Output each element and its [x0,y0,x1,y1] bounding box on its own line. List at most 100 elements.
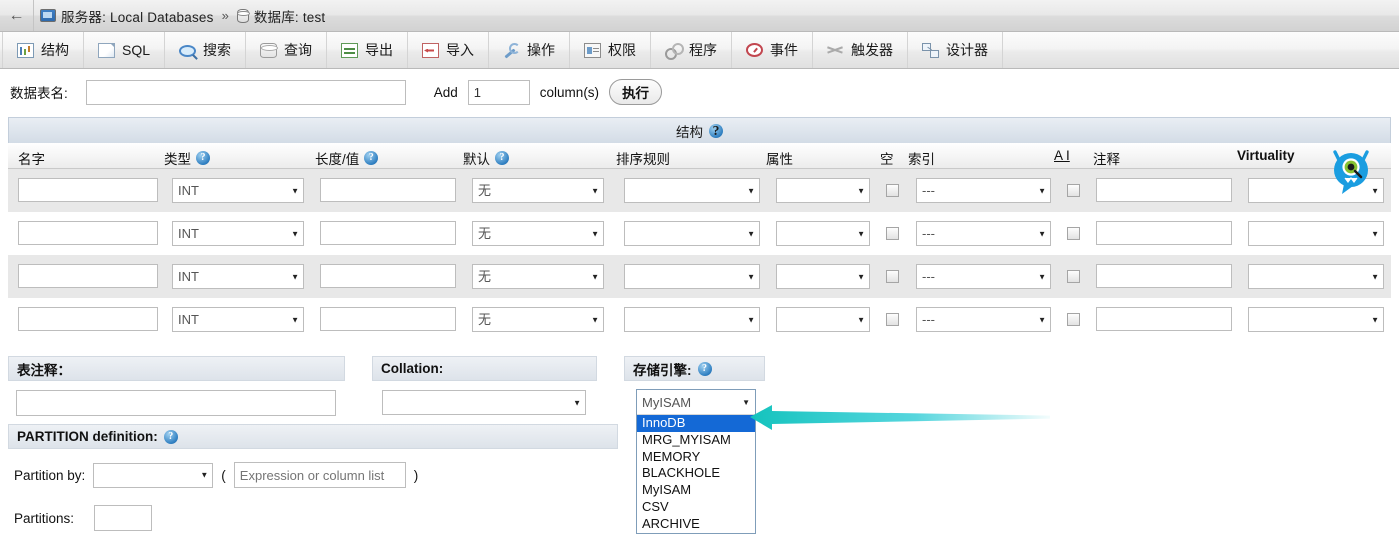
comments-input[interactable] [1096,307,1232,331]
column-header-label: 属性 [766,152,793,167]
virtuality-select[interactable] [1248,307,1384,332]
go-button[interactable]: 执行 [609,79,663,105]
length-input[interactable] [320,264,456,288]
length-input[interactable] [320,178,456,202]
structure-panel-title: 结构 [676,124,703,140]
tab-privileges[interactable]: 权限 [570,32,652,68]
partition-expression-input[interactable] [233,462,406,488]
help-icon[interactable]: ? [495,151,509,165]
ai-checkbox[interactable] [1067,227,1080,240]
storage-engine-option[interactable]: ARCHIVE [637,516,755,533]
type-select[interactable]: INT [172,264,304,289]
cell-default: 无 [472,307,604,332]
storage-engine-dropdown[interactable]: MyISAM ▼ InnoDB MRG_MYISAM MEMORY BLACKHOLE… [636,389,756,534]
tab-triggers[interactable]: 触发器 [813,32,909,68]
type-select[interactable]: INT [172,221,304,246]
tab-export[interactable]: 导出 [327,32,409,68]
collation-select[interactable] [382,390,586,415]
tab-sql[interactable]: SQL [84,32,166,68]
privileges-icon [584,42,602,58]
attributes-select[interactable] [776,264,870,289]
type-select[interactable]: INT [172,307,304,332]
attributes-select-wrap [776,178,870,203]
length-input[interactable] [320,307,456,331]
ai-checkbox[interactable] [1067,184,1080,197]
help-icon[interactable]: ? [697,361,712,376]
comments-input[interactable] [1096,264,1232,288]
attributes-select-wrap [776,307,870,332]
default-select[interactable]: 无 [472,307,604,332]
storage-engine-option[interactable]: InnoDB [637,415,755,432]
attributes-select[interactable] [776,307,870,332]
index-select-wrap: --- [916,221,1051,246]
table-name-input[interactable] [85,79,406,105]
storage-engine-selected-value[interactable]: MyISAM ▼ [637,390,755,415]
partition-by-select[interactable] [93,462,214,488]
tab-routines[interactable]: 程序 [651,32,733,68]
null-checkbox[interactable] [886,313,899,326]
breadcrumb-database[interactable]: 数据库: test [254,6,326,26]
attributes-select[interactable] [776,221,870,246]
collation-select[interactable] [624,221,760,246]
storage-engine-option[interactable]: MEMORY [637,449,755,466]
name-input[interactable] [18,221,158,245]
storage-engine-option[interactable]: CSV [637,499,755,516]
default-select-wrap: 无 [472,264,604,289]
help-icon[interactable]: ? [709,123,723,138]
collation-select[interactable] [624,264,760,289]
tab-search[interactable]: 搜索 [165,32,247,68]
tab-label: 查询 [284,42,313,58]
index-select[interactable]: --- [916,264,1051,289]
default-select[interactable]: 无 [472,221,604,246]
cell-default: 无 [472,178,604,203]
null-checkbox[interactable] [886,227,899,240]
default-select[interactable]: 无 [472,178,604,203]
tab-label: 事件 [770,42,799,58]
comments-input[interactable] [1096,178,1232,202]
ai-checkbox[interactable] [1067,270,1080,283]
default-select[interactable]: 无 [472,264,604,289]
null-checkbox[interactable] [886,184,899,197]
collation-select[interactable] [624,178,760,203]
storage-engine-option[interactable]: BLACKHOLE [637,465,755,482]
table-row: INT 无 --- [8,298,1391,341]
index-select[interactable]: --- [916,178,1051,203]
length-input[interactable] [320,221,456,245]
default-select-wrap: 无 [472,307,604,332]
type-select[interactable]: INT [172,178,304,203]
name-input[interactable] [18,178,158,202]
columns-suffix-label: column(s) [539,84,600,100]
table-comments-input[interactable] [16,390,336,416]
tab-designer[interactable]: 设计器 [908,32,1004,68]
help-icon[interactable]: ? [364,151,379,165]
tab-structure[interactable]: 结构 [2,32,84,68]
index-select[interactable]: --- [916,221,1051,246]
tab-query[interactable]: 查询 [246,32,328,68]
add-columns-input[interactable] [467,79,530,105]
cell-comments [1096,307,1232,331]
storage-engine-option[interactable]: MRG_MYISAM [637,432,755,449]
index-select[interactable]: --- [916,307,1051,332]
partitions-input[interactable] [94,505,153,531]
storage-engine-option[interactable]: MyISAM [637,482,755,499]
ai-checkbox[interactable] [1067,313,1080,326]
name-input[interactable] [18,264,158,288]
monster-extension-icon[interactable] [1328,146,1374,196]
attributes-select[interactable] [776,178,870,203]
name-input[interactable] [18,307,158,331]
cell-length [320,307,456,331]
breadcrumb-server[interactable]: 服务器: Local Databases [61,6,214,26]
virtuality-select[interactable] [1248,264,1384,289]
tab-events[interactable]: 事件 [732,32,814,68]
virtuality-select[interactable] [1248,221,1384,246]
collation-label: Collation: [381,361,444,376]
tab-import[interactable]: 导入 [408,32,490,68]
help-icon[interactable]: ? [163,429,178,444]
help-icon[interactable]: ? [196,151,210,165]
null-checkbox[interactable] [886,270,899,283]
collation-select-wrap [624,307,760,332]
back-button[interactable]: ← [0,0,34,31]
collation-select[interactable] [624,307,760,332]
tab-wrench[interactable]: 操作 [489,32,571,68]
comments-input[interactable] [1096,221,1232,245]
